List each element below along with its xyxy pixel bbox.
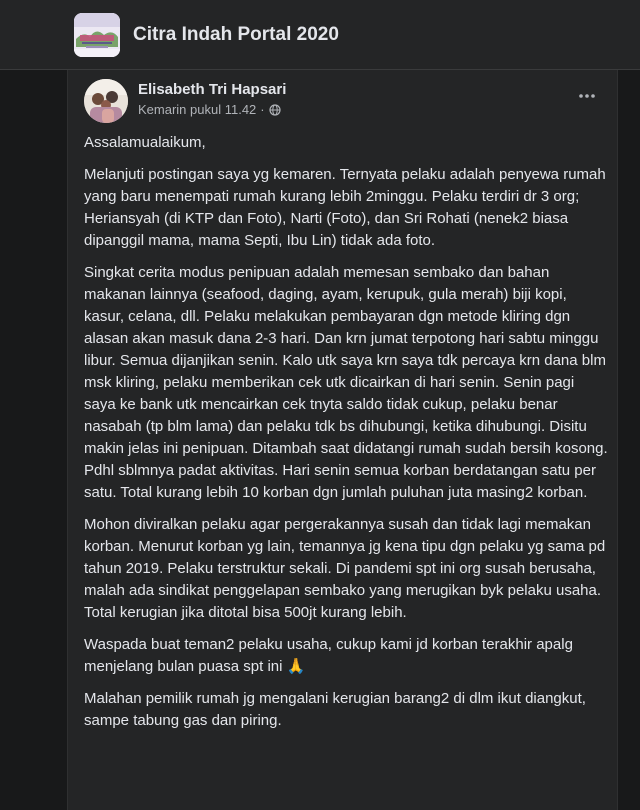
- author-name[interactable]: Elisabeth Tri Hapsari: [138, 81, 286, 98]
- author-avatar[interactable]: [84, 79, 128, 123]
- group-cover-image: [74, 13, 120, 57]
- post-paragraph: Melanjuti postingan saya yg kemaren. Ter…: [84, 166, 606, 249]
- post-card: Elisabeth Tri Hapsari Kemarin pukul 11.4…: [67, 70, 618, 810]
- meta-separator: ·: [260, 102, 265, 117]
- globe-icon[interactable]: [269, 103, 281, 116]
- post-paragraph: Waspada buat teman2 pelaku usaha, cukup …: [84, 636, 573, 675]
- post-paragraph: Assalamualaikum,: [84, 134, 206, 151]
- group-header: Citra Indah Portal 2020: [0, 0, 640, 70]
- more-horizontal-icon: [579, 94, 595, 98]
- post-meta: Kemarin pukul 11.42 ·: [138, 102, 281, 117]
- group-cover-thumbnail[interactable]: [74, 13, 120, 57]
- post-paragraph: Mohon diviralkan pelaku agar pergerakann…: [84, 516, 606, 621]
- avatar-image: [84, 79, 128, 123]
- post-timestamp[interactable]: Kemarin pukul 11.42: [138, 102, 256, 117]
- group-name[interactable]: Citra Indah Portal 2020: [133, 24, 339, 46]
- more-options-button[interactable]: [575, 84, 599, 108]
- post-paragraph: Malahan pemilik rumah jg mengalani kerug…: [84, 690, 586, 729]
- post-text: Assalamualaikum, Melanjuti postingan say…: [84, 132, 609, 742]
- post-paragraph: Singkat cerita modus penipuan adalah mem…: [84, 264, 608, 501]
